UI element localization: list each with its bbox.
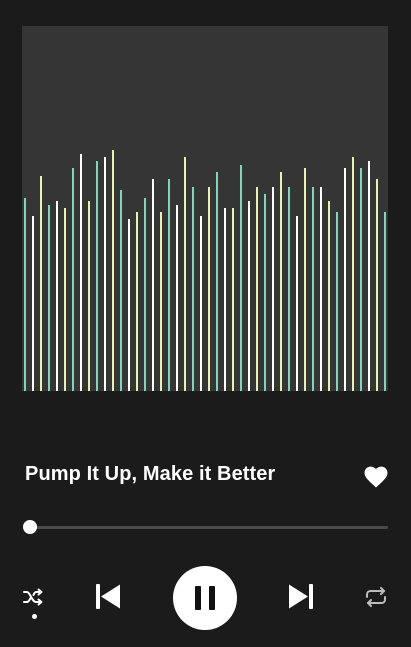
visualizer-bar xyxy=(88,201,90,391)
music-player: Pump It Up, Make it Better xyxy=(0,0,411,647)
visualizer-bar xyxy=(208,187,210,391)
visualizer-bar xyxy=(144,198,146,391)
visualizer-bar xyxy=(224,208,226,391)
visualizer-bar xyxy=(216,172,218,391)
visualizer-bar xyxy=(104,157,106,391)
visualizer-bar xyxy=(32,216,34,391)
visualizer-bar xyxy=(120,190,122,391)
visualizer-bar xyxy=(48,205,50,391)
visualizer-bar xyxy=(56,201,58,391)
visualizer-bar xyxy=(64,208,66,391)
track-title: Pump It Up, Make it Better xyxy=(25,463,276,485)
visualizer-bar xyxy=(112,150,114,391)
visualizer-bar xyxy=(80,154,82,391)
visualizer-bar xyxy=(160,212,162,391)
visualizer-bar xyxy=(336,212,338,391)
pause-button[interactable] xyxy=(173,566,237,630)
visualizer-bar xyxy=(360,168,362,391)
visualizer-bar xyxy=(96,161,98,391)
visualizer-bar xyxy=(352,157,354,391)
visualizer-bar xyxy=(296,216,298,391)
visualizer-bar xyxy=(256,187,258,391)
visualizer-bar xyxy=(264,194,266,391)
visualizer-bar xyxy=(328,201,330,391)
visualizer-bar xyxy=(152,179,154,391)
visualizer-bar xyxy=(184,157,186,391)
visualizer-bar xyxy=(272,187,274,391)
visualizer-bar xyxy=(240,165,242,391)
visualizer-bar xyxy=(200,216,202,391)
shuffle-active-dot xyxy=(32,614,37,619)
visualizer-bar xyxy=(320,187,322,391)
visualizer-bar xyxy=(384,212,386,391)
visualizer-bar xyxy=(304,168,306,391)
visualizer-bar xyxy=(248,201,250,391)
skip-previous-icon[interactable] xyxy=(95,583,121,610)
shuffle-icon[interactable] xyxy=(22,587,44,607)
visualizer-bar xyxy=(176,205,178,391)
visualizer-bar xyxy=(344,168,346,391)
visualizer-bar xyxy=(280,172,282,391)
visualizer-bar xyxy=(288,187,290,391)
visualizer-bar xyxy=(72,168,74,391)
progress-thumb[interactable] xyxy=(23,520,37,534)
visualizer-bar xyxy=(232,208,234,391)
repeat-icon[interactable] xyxy=(364,586,388,608)
pause-icon xyxy=(195,586,215,610)
visualizer-bar xyxy=(312,187,314,391)
visualizer-bar xyxy=(192,187,194,391)
visualizer-bar xyxy=(136,212,138,391)
skip-next-icon[interactable] xyxy=(288,583,314,610)
visualizer-bar xyxy=(168,179,170,391)
visualizer-bar xyxy=(40,176,42,391)
progress-bar[interactable] xyxy=(30,526,388,529)
audio-visualizer xyxy=(22,26,388,391)
visualizer-bar xyxy=(128,219,130,391)
visualizer-bar xyxy=(368,161,370,391)
heart-icon[interactable] xyxy=(364,466,388,488)
visualizer-bar xyxy=(376,179,378,391)
visualizer-bar xyxy=(24,198,26,391)
